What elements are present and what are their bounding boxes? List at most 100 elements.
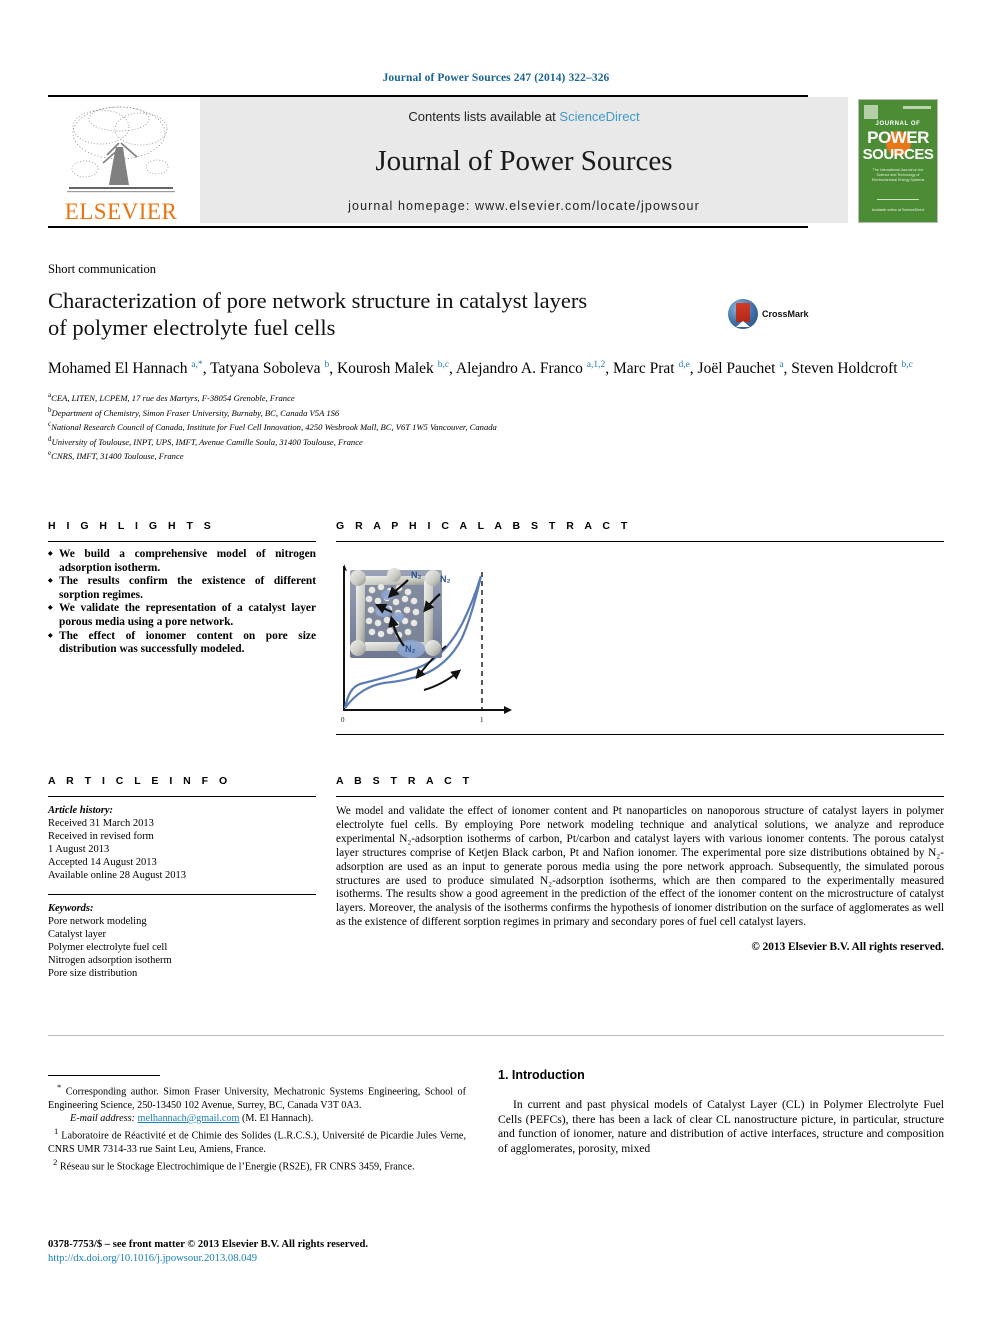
journal-cover-thumbnail[interactable]: JOURNAL OF POWER SOURCES The Internation… <box>858 99 938 223</box>
crossmark-label: CrossMark <box>762 309 809 319</box>
highlights-list: We build a comprehensive model of nitrog… <box>48 548 316 657</box>
article-header: Short communication Characterization of … <box>48 262 944 462</box>
graphical-abstract-bottom-rule <box>336 734 944 735</box>
section-divider <box>48 1035 944 1036</box>
abstract-rule <box>336 796 944 797</box>
highlights-rule <box>48 541 316 542</box>
cover-divider <box>877 199 919 200</box>
title-line-2: of polymer electrolyte fuel cells <box>48 315 336 340</box>
crossmark-badge[interactable]: CrossMark <box>728 287 838 329</box>
footnote-marker-2: 2 <box>53 1156 58 1167</box>
abstract-section: A B S T R A C T We model and validate th… <box>336 775 944 953</box>
graphical-abstract-heading: G R A P H I C A L A B S T R A C T <box>336 520 632 532</box>
crossmark-icon <box>728 299 758 329</box>
article-history: Article history: Received 31 March 2013 … <box>48 804 316 882</box>
footnote-email: E-mail address: melhannach@gmail.com (M.… <box>48 1112 466 1125</box>
footnote-marker-1: 1 <box>53 1126 59 1136</box>
history-item: Received in revised form <box>48 831 154 842</box>
cover-journal-of-text: JOURNAL OF <box>875 121 921 127</box>
adsorption-isotherm-diagram: 0 1 N₂ N₂ N₂ <box>341 564 512 724</box>
footnote-marker-star: * <box>56 1082 62 1092</box>
history-item: 1 August 2013 <box>48 844 110 855</box>
keyword-item: Pore network modeling <box>48 916 147 927</box>
nanostructure-image <box>350 568 442 658</box>
elsevier-tree-icon <box>67 106 175 193</box>
graphical-abstract-figure: 0 1 N₂ N₂ N₂ <box>336 554 636 724</box>
cover-top-rule <box>903 106 931 109</box>
affiliation-list: aCEA, LITEN, LCPEM, 17 rue des Martyrs, … <box>48 390 944 462</box>
author-list: Mohamed El Hannach a,*, Tatyana Soboleva… <box>48 360 913 378</box>
affiliation-item: cNational Research Council of Canada, In… <box>48 419 944 433</box>
abstract-text: We model and validate the effect of iono… <box>336 805 944 929</box>
abstract-heading: A B S T R A C T <box>336 775 473 787</box>
keyword-item: Nitrogen adsorption isotherm <box>48 955 172 966</box>
sciencedirect-link[interactable]: ScienceDirect <box>559 109 639 124</box>
article-info-heading: A R T I C L E I N F O <box>48 775 232 787</box>
contents-line: Contents lists available at ScienceDirec… <box>210 109 838 124</box>
history-item: Available online 28 August 2013 <box>48 870 187 881</box>
email-link[interactable]: melhannach@gmail.com <box>138 1113 240 1124</box>
cover-elsevier-mark-icon <box>864 105 878 119</box>
keywords-rule <box>48 894 316 895</box>
abstract-copyright: © 2013 Elsevier B.V. All rights reserved… <box>751 941 944 954</box>
footnote-1-text: Laboratoire de Réactivité et de Chimie d… <box>48 1130 467 1155</box>
masthead-bottom-rule <box>48 226 808 228</box>
cover-footer-text: Available online at ScienceDirect <box>871 208 925 212</box>
footnote-corresponding-text: Corresponding author. Simon Fraser Unive… <box>48 1086 467 1111</box>
keyword-item: Pore size distribution <box>48 968 138 979</box>
n2-label-3: N₂ <box>405 644 416 654</box>
history-item: Received 31 March 2013 <box>48 818 154 829</box>
email-label: E-mail address: <box>70 1112 135 1124</box>
title-line-1: Characterization of pore network structu… <box>48 288 588 313</box>
footnote-2-text: Réseau sur le Stockage Electrochimique d… <box>59 1161 415 1173</box>
masthead-center: Contents lists available at ScienceDirec… <box>200 97 848 223</box>
affiliation-item: bDepartment of Chemistry, Simon Fraser U… <box>48 405 944 419</box>
n2-label-1: N₂ <box>411 570 422 580</box>
affiliation-text: National Research Council of Canada, Ins… <box>51 421 497 432</box>
email-owner: (M. El Hannach). <box>241 1112 314 1124</box>
introduction-heading: 1. Introduction <box>498 1068 585 1082</box>
contents-prefix: Contents lists available at <box>408 109 560 124</box>
introduction-paragraph: In current and past physical models of C… <box>498 1098 944 1155</box>
running-head: Journal of Power Sources 247 (2014) 322–… <box>382 72 610 84</box>
list-item: We build a comprehensive model of nitrog… <box>48 548 316 575</box>
keyword-item: Polymer electrolyte fuel cell <box>48 942 168 953</box>
page-title: Characterization of pore network structu… <box>48 287 728 341</box>
elsevier-wordmark: ELSEVIER <box>64 199 178 224</box>
article-info-rule <box>48 796 316 797</box>
journal-masthead: ELSEVIER Contents lists available at Sci… <box>48 95 944 228</box>
affiliation-text: Department of Chemistry, Simon Fraser Un… <box>51 407 340 418</box>
cover-word-power: POWER <box>867 128 929 147</box>
affiliation-text: CNRS, IMFT, 31400 Toulouse, France <box>51 450 184 461</box>
graphical-abstract-rule <box>336 541 944 542</box>
keyword-item: Catalyst layer <box>48 929 107 940</box>
article-info-section: A R T I C L E I N F O Article history: R… <box>48 775 316 980</box>
keywords-block: Keywords: Pore network modeling Catalyst… <box>48 902 316 980</box>
footnote-2: 2 Réseau sur le Stockage Electrochimique… <box>48 1156 466 1174</box>
list-item: The results confirm the existence of dif… <box>48 575 316 602</box>
affiliation-item: dUniversity of Toulouse, INPT, UPS, IMFT… <box>48 434 944 448</box>
footnote-rule <box>48 1075 160 1076</box>
list-item: The effect of ionomer content on pore si… <box>48 630 316 657</box>
footnotes-column: * Corresponding author. Simon Fraser Uni… <box>48 1075 466 1173</box>
x-axis-tick-1: 1 <box>480 716 484 724</box>
footer-issn-block: 0378-7753/$ – see front matter © 2013 El… <box>48 1238 478 1266</box>
journal-cover-cell: JOURNAL OF POWER SOURCES The Internation… <box>858 97 944 223</box>
affiliation-text: CEA, LITEN, LCPEM, 17 rue des Martyrs, F… <box>51 393 295 404</box>
doi-link[interactable]: http://dx.doi.org/10.1016/j.jpowsour.201… <box>48 1253 257 1264</box>
cover-subtitle: The International Journal on the Science… <box>871 168 925 182</box>
graphical-abstract-section: G R A P H I C A L A B S T R A C T 0 1 N₂… <box>336 520 944 735</box>
paper-page: Journal of Power Sources 247 (2014) 322–… <box>0 0 992 1323</box>
highlights-heading: H I G H L I G H T S <box>48 520 215 532</box>
journal-title: Journal of Power Sources <box>375 145 673 177</box>
journal-homepage[interactable]: journal homepage: www.elsevier.com/locat… <box>210 199 838 213</box>
cover-word-sources: SOURCES <box>862 146 934 163</box>
affiliation-item: aCEA, LITEN, LCPEM, 17 rue des Martyrs, … <box>48 390 944 404</box>
introduction-section: 1. Introduction In current and past phys… <box>498 1068 944 1156</box>
highlights-section: H I G H L I G H T S We build a comprehen… <box>48 520 316 657</box>
footnote-corresponding: * Corresponding author. Simon Fraser Uni… <box>48 1081 466 1112</box>
list-item: We validate the representation of a cata… <box>48 602 316 629</box>
issn-line: 0378-7753/$ – see front matter © 2013 El… <box>48 1239 368 1250</box>
affiliation-item: eCNRS, IMFT, 31400 Toulouse, France <box>48 448 944 462</box>
article-history-label: Article history: <box>48 805 114 816</box>
